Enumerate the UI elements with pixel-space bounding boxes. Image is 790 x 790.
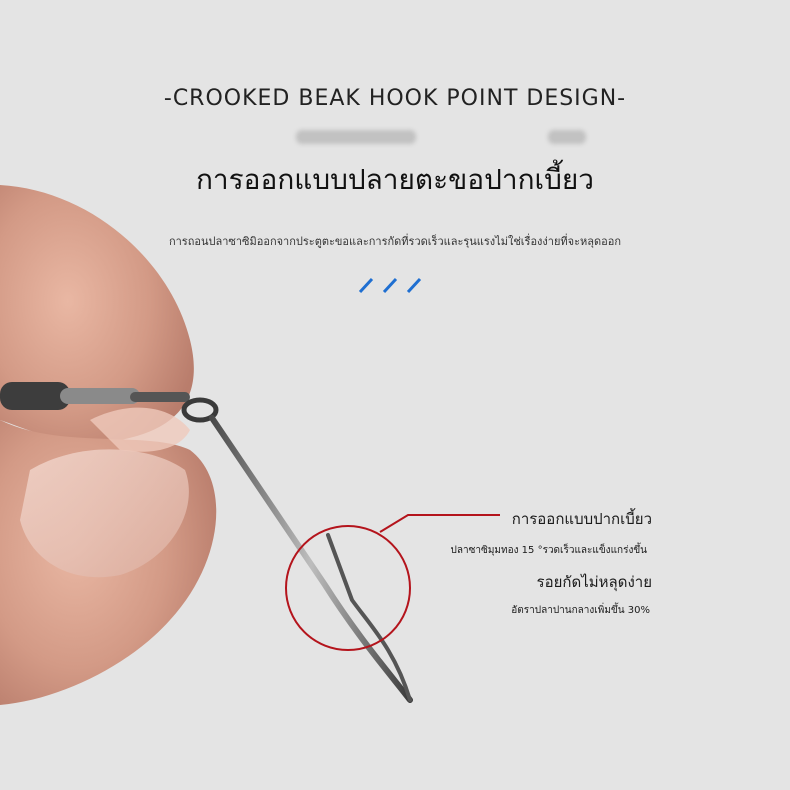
description: การถอนปลาซาซิมิออกจากประตูตะขอและการกัดท… [168, 235, 622, 248]
fish-hook [181, 397, 413, 703]
blur-smudge-left [296, 130, 416, 144]
callout-title: การออกแบบปากเบี้ยว [511, 510, 652, 528]
slash-decoration-icon [358, 277, 422, 294]
blur-smudge-right [548, 130, 586, 144]
callout-detail-2: อัตราปลาปานกลางเพิ่มขึ้น 30% [511, 605, 650, 616]
headline: การออกแบบปลายตะขอปากเบี้ยว [195, 163, 595, 196]
product-photo [0, 185, 500, 705]
callout-subtitle: รอยกัดไม่หลุดง่าย [536, 573, 652, 591]
hand [0, 185, 217, 705]
callout-detail-1: ปลาซาซิมุมทอง 15 °รวดเร็วและแข็งแกร่งขึ้… [450, 545, 647, 556]
page-title: -CROOKED BEAK HOOK POINT DESIGN- [163, 86, 627, 111]
callout-circle [285, 514, 500, 651]
